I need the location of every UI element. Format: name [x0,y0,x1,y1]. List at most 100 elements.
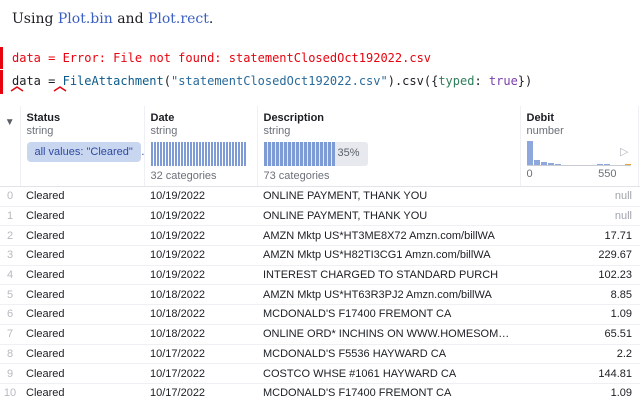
sparkline-bar [216,142,219,166]
histogram-max: 550 [598,168,617,180]
column-header-status[interactable]: Status string all values: "Cleared" [19,106,144,187]
table-row[interactable]: 1 Cleared 10/19/2022 ONLINE PAYMENT, THANK … [0,206,640,227]
cell-debit: 229.67 [520,245,638,266]
histogram-bar [526,141,533,165]
sparkline-bar [168,142,171,166]
cell-debit: 1.09 [520,304,638,325]
table-row[interactable]: 3 Cleared 10/19/2022 AMZN Mktp US*H82TI3CG1… [0,245,640,266]
code-string: "statementClosedOct192022.csv" [170,74,388,88]
cell-status: Cleared [20,324,144,345]
share-segment [263,142,267,166]
cell-date: 10/19/2022 [144,265,257,286]
table-row[interactable]: 9 Cleared 10/17/2022 COSTCO WHSE #1061 HAYW… [0,363,640,384]
sparkline-bar [225,142,228,166]
sparkline-bar [153,142,156,166]
cell-date: 10/18/2022 [144,304,257,325]
share-segment [287,142,291,166]
row-index: 6 [0,304,20,325]
share-segment [291,142,295,166]
sparkline-bar [237,142,240,166]
sparkline-bar [162,142,165,166]
table-row[interactable]: 0 Cleared 10/19/2022 ONLINE PAYMENT, THANK … [0,186,640,207]
cell-description: MCDONALD'S F17400 FREMONT CA [257,304,520,325]
histogram-bar [533,160,540,165]
row-index: 5 [0,284,20,306]
row-index: 1 [0,206,20,227]
cell-description: AMZN Mktp US*HT3ME8X72 Amzn.com/billWA [257,225,520,247]
date-category-sparkline[interactable] [150,142,251,166]
sparkline-bar [234,142,237,166]
cell-debit: 102.23 [520,265,638,286]
table-row[interactable]: 8 Cleared 10/17/2022 MCDONALD'S F5536 HAYWA… [0,344,640,365]
cell-description: INTEREST CHARGED TO STANDARD PURCH [257,265,520,286]
cell-debit: 1.09 [520,383,638,400]
code-editor[interactable]: data = FileAttachment("statementClosedOc… [12,74,532,88]
sparkline-bar [189,142,192,166]
chevron-down-icon[interactable]: ▼ [5,117,15,128]
cell-description: MCDONALD'S F17400 FREMONT CA [257,383,520,400]
histogram-min: 0 [526,168,533,180]
cell-status: Cleared [20,363,144,384]
sparkline-bar [165,142,168,166]
table-row[interactable]: 4 Cleared 10/19/2022 INTEREST CHARGED TO ST… [0,265,640,286]
sparkline-bar [201,142,204,166]
status-summary-pill[interactable]: all values: "Cleared" [26,142,141,162]
cell-status: Cleared [20,344,144,365]
column-name: Status [26,112,61,124]
code-keyword: true [488,74,518,88]
cell-date: 10/18/2022 [144,324,257,345]
column-header-debit[interactable]: Debit number 0 550 [519,106,638,187]
cell-date: 10/17/2022 [144,363,257,384]
table-row[interactable]: 5 Cleared 10/18/2022 AMZN Mktp US*HT63R3PJ2… [0,284,640,306]
table-row[interactable]: 10 Cleared 10/17/2022 MCDONALD'S F17400 FRE… [0,383,640,400]
column-header-date[interactable]: Date string 32 categories [143,106,257,187]
intro-text: Using Plot.bin and Plot.rect. [12,11,213,27]
cell-debit: 17.71 [520,225,638,247]
cell-debit: 65.51 [520,324,638,345]
cell-debit: null [520,186,638,207]
date-summary: 32 categories [150,170,217,182]
table-row[interactable]: 6 Cleared 10/18/2022 MCDONALD'S F17400 FREM… [0,304,640,325]
code-key: typed [438,74,475,88]
share-segment [323,142,327,166]
column-type: string [26,125,54,137]
table-row[interactable]: 2 Cleared 10/19/2022 AMZN Mktp US*HT3ME8X72… [0,225,640,247]
cell-status: Cleared [20,245,144,266]
row-index: 7 [0,324,20,345]
plot-rect-link[interactable]: Plot.rect [148,11,209,27]
code-cell[interactable]: data = FileAttachment("statementClosedOc… [0,70,640,158]
caret-up-icon [53,86,67,92]
sparkline-bar [213,142,216,166]
sparkline-bar [174,142,177,166]
cell-debit: 144.81 [520,363,638,384]
histogram-range: 0 550 [527,168,617,180]
share-segment [311,142,315,166]
sparkline-bar [177,142,180,166]
table-row[interactable]: 7 Cleared 10/18/2022 ONLINE ORD* INCHINS ON… [0,324,640,345]
debit-histogram[interactable] [526,140,631,166]
cell-description: ONLINE PAYMENT, THANK YOU [257,186,520,207]
row-index: 4 [0,265,20,286]
description-summary: 73 categories [263,170,330,182]
histogram-bar [554,164,561,165]
share-segment [275,142,279,166]
table-header-toggle[interactable]: ▼ [0,106,20,187]
share-segment [327,142,331,166]
column-header-description[interactable]: Description string 35% 73 categories [256,106,520,187]
description-top-share-bar[interactable]: 35% [263,142,368,166]
cell-debit: 2.2 [520,344,638,365]
sparkline-bar [240,142,243,166]
column-type: number [526,125,564,137]
row-index: 10 [0,383,20,400]
code-close: }) [517,74,533,88]
error-indicator-bar [0,47,3,69]
cell-date: 10/17/2022 [144,344,257,365]
column-type: string [150,125,178,137]
sparkline-bar [150,142,153,166]
plot-bin-link[interactable]: Plot.bin [58,11,113,27]
intro-middle: and [112,11,148,27]
row-index: 9 [0,363,20,384]
sparkline-bar [222,142,225,166]
cell-status: Cleared [20,186,144,207]
column-name: Description [263,112,325,124]
